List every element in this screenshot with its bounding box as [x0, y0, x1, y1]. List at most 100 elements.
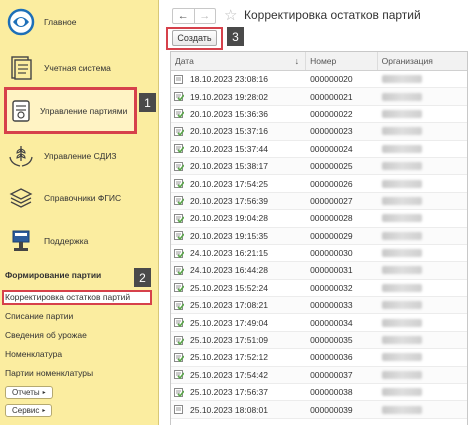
table-row[interactable]: 20.10.2023 17:54:25 000000026 — [171, 175, 467, 193]
sidebar-item-main[interactable]: Главное — [0, 0, 159, 44]
cell-date: 25.10.2023 15:52:24 — [171, 283, 306, 293]
table-row[interactable]: 25.10.2023 17:52:12 000000036 — [171, 349, 467, 367]
favorite-star-icon[interactable]: ☆ — [224, 6, 237, 24]
cell-number: 000000037 — [310, 369, 353, 380]
triangle-right-icon: ▸ — [42, 390, 46, 396]
link-harvest-info[interactable]: Сведения об урожае — [5, 330, 87, 340]
table-body: 18.10.2023 23:08:16 000000020 19.10.2023 1… — [171, 71, 467, 419]
sidebar-item-batch-management[interactable]: Управление партиями — [0, 89, 159, 133]
redacted-organization — [381, 92, 422, 101]
table-row[interactable]: 20.10.2023 19:04:28 000000028 — [171, 210, 467, 228]
sidebar-item-label: Справочники ФГИС — [44, 193, 122, 203]
table-row[interactable]: 25.10.2023 15:52:24 000000032 — [171, 280, 467, 298]
table-row[interactable]: 24.10.2023 16:44:28 000000031 — [171, 262, 467, 280]
redacted-organization — [381, 353, 422, 362]
page-title: Корректировка остатков партий — [244, 8, 421, 22]
table-row[interactable]: 18.10.2023 23:08:16 000000020 — [171, 71, 467, 89]
date-text: 18.10.2023 23:08:16 — [190, 74, 268, 85]
sidebar-item-sdiz[interactable]: Управление СДИЗ — [0, 134, 159, 178]
back-arrow-icon[interactable]: ← — [173, 9, 194, 23]
redacted-organization — [381, 196, 422, 205]
table-row[interactable]: 19.10.2023 19:28:02 000000021 — [171, 88, 467, 106]
table-row[interactable]: 20.10.2023 15:37:44 000000024 — [171, 141, 467, 158]
cell-organization — [378, 405, 467, 414]
cell-organization — [378, 318, 467, 327]
cell-number: 000000027 — [310, 195, 353, 206]
cell-number: 000000020 — [310, 74, 353, 85]
link-nomenclature-batches[interactable]: Партии номенклатуры — [5, 368, 93, 378]
cell-number: 000000021 — [310, 91, 353, 102]
link-batch-writeoff[interactable]: Списание партии — [5, 311, 73, 321]
reports-dropdown-button[interactable]: Отчеты ▸ — [5, 386, 53, 399]
table-row[interactable]: 25.10.2023 18:08:01 000000039 — [171, 401, 467, 419]
service-dropdown-button[interactable]: Сервис ▸ — [5, 404, 53, 417]
create-button[interactable]: Создать — [172, 30, 217, 46]
sidebar-item-label: Управление СДИЗ — [44, 151, 117, 161]
cell-date: 20.10.2023 15:38:17 — [171, 161, 306, 171]
column-header-date[interactable]: Дата ↓ — [171, 52, 307, 70]
redacted-organization — [381, 75, 422, 84]
table-row[interactable]: 20.10.2023 15:37:16 000000023 — [171, 123, 467, 141]
forward-arrow-icon[interactable]: → — [193, 9, 216, 23]
cell-number: 000000034 — [310, 317, 353, 328]
cell-date: 25.10.2023 17:54:42 — [171, 370, 306, 380]
sort-down-icon[interactable]: ↓ — [295, 56, 300, 66]
posted-document-icon — [174, 231, 185, 241]
sidebar-item-accounting[interactable]: Учетная система — [0, 46, 159, 90]
column-header-number[interactable]: Номер — [306, 52, 378, 70]
cell-number: 000000024 — [310, 143, 353, 154]
cell-date: 20.10.2023 19:15:35 — [171, 231, 306, 241]
cell-organization — [378, 196, 467, 205]
cell-number: 000000031 — [310, 265, 353, 276]
redacted-organization — [381, 266, 422, 275]
table-row[interactable]: 25.10.2023 17:08:21 000000033 — [171, 297, 467, 315]
column-header-organization[interactable]: Организация — [378, 52, 467, 70]
redacted-organization — [381, 109, 422, 118]
cell-number: 000000028 — [310, 213, 353, 224]
posted-document-icon — [174, 248, 185, 258]
table-row[interactable]: 20.10.2023 15:38:17 000000025 — [171, 157, 467, 176]
posted-document-icon — [174, 196, 185, 206]
step-badge-3: 3 — [227, 27, 244, 46]
sidebar-item-support[interactable]: Поддержка — [0, 219, 159, 263]
service-label: Сервис — [12, 406, 40, 415]
posted-document-icon — [174, 370, 185, 380]
cell-number: 000000038 — [310, 387, 353, 398]
main-area: ← → ☆ Корректировка остатков партий Созд… — [160, 0, 471, 425]
redacted-organization — [381, 249, 422, 258]
cell-organization — [378, 75, 467, 84]
table-row[interactable]: 20.10.2023 17:56:39 000000027 — [171, 192, 467, 211]
table-row[interactable]: 24.10.2023 16:21:15 000000030 — [171, 245, 467, 263]
link-batch-correction[interactable]: Корректировка остатков партий — [5, 292, 130, 302]
cell-organization — [378, 214, 467, 223]
redacted-organization — [381, 162, 422, 171]
table-row[interactable]: 25.10.2023 17:54:42 000000037 — [171, 366, 467, 385]
table-row[interactable]: 20.10.2023 15:36:36 000000022 — [171, 106, 467, 124]
date-text: 24.10.2023 16:21:15 — [190, 248, 268, 259]
cell-number: 000000032 — [310, 282, 353, 293]
table-header: Дата ↓ Номер Организация — [171, 52, 467, 71]
step-badge-2: 2 — [134, 268, 151, 287]
cell-number: 000000023 — [310, 126, 353, 137]
link-nomenclature[interactable]: Номенклатура — [5, 349, 62, 359]
posted-document-icon — [174, 283, 185, 293]
cell-organization — [378, 266, 467, 275]
cell-date: 20.10.2023 17:54:25 — [171, 179, 306, 189]
cell-number: 000000029 — [310, 230, 353, 241]
sidebar-item-label: Поддержка — [44, 236, 89, 246]
sidebar-item-fgis-catalogs[interactable]: Справочники ФГИС — [0, 176, 159, 220]
redacted-organization — [381, 214, 422, 223]
cell-organization — [378, 127, 467, 136]
date-text: 24.10.2023 16:44:28 — [190, 265, 268, 276]
date-text: 20.10.2023 15:38:17 — [190, 161, 268, 172]
cell-organization — [378, 283, 467, 292]
support-terminal-icon — [6, 226, 36, 256]
cell-organization — [378, 144, 467, 153]
table-row[interactable]: 25.10.2023 17:51:09 000000035 — [171, 331, 467, 350]
table-row[interactable]: 25.10.2023 17:49:04 000000034 — [171, 314, 467, 332]
table-row[interactable]: 25.10.2023 17:56:37 000000038 — [171, 384, 467, 402]
date-text: 25.10.2023 18:08:01 — [190, 404, 268, 415]
table-row[interactable]: 20.10.2023 19:15:35 000000029 — [171, 227, 467, 245]
date-text: 19.10.2023 19:28:02 — [190, 91, 268, 102]
posted-document-icon — [174, 179, 185, 189]
